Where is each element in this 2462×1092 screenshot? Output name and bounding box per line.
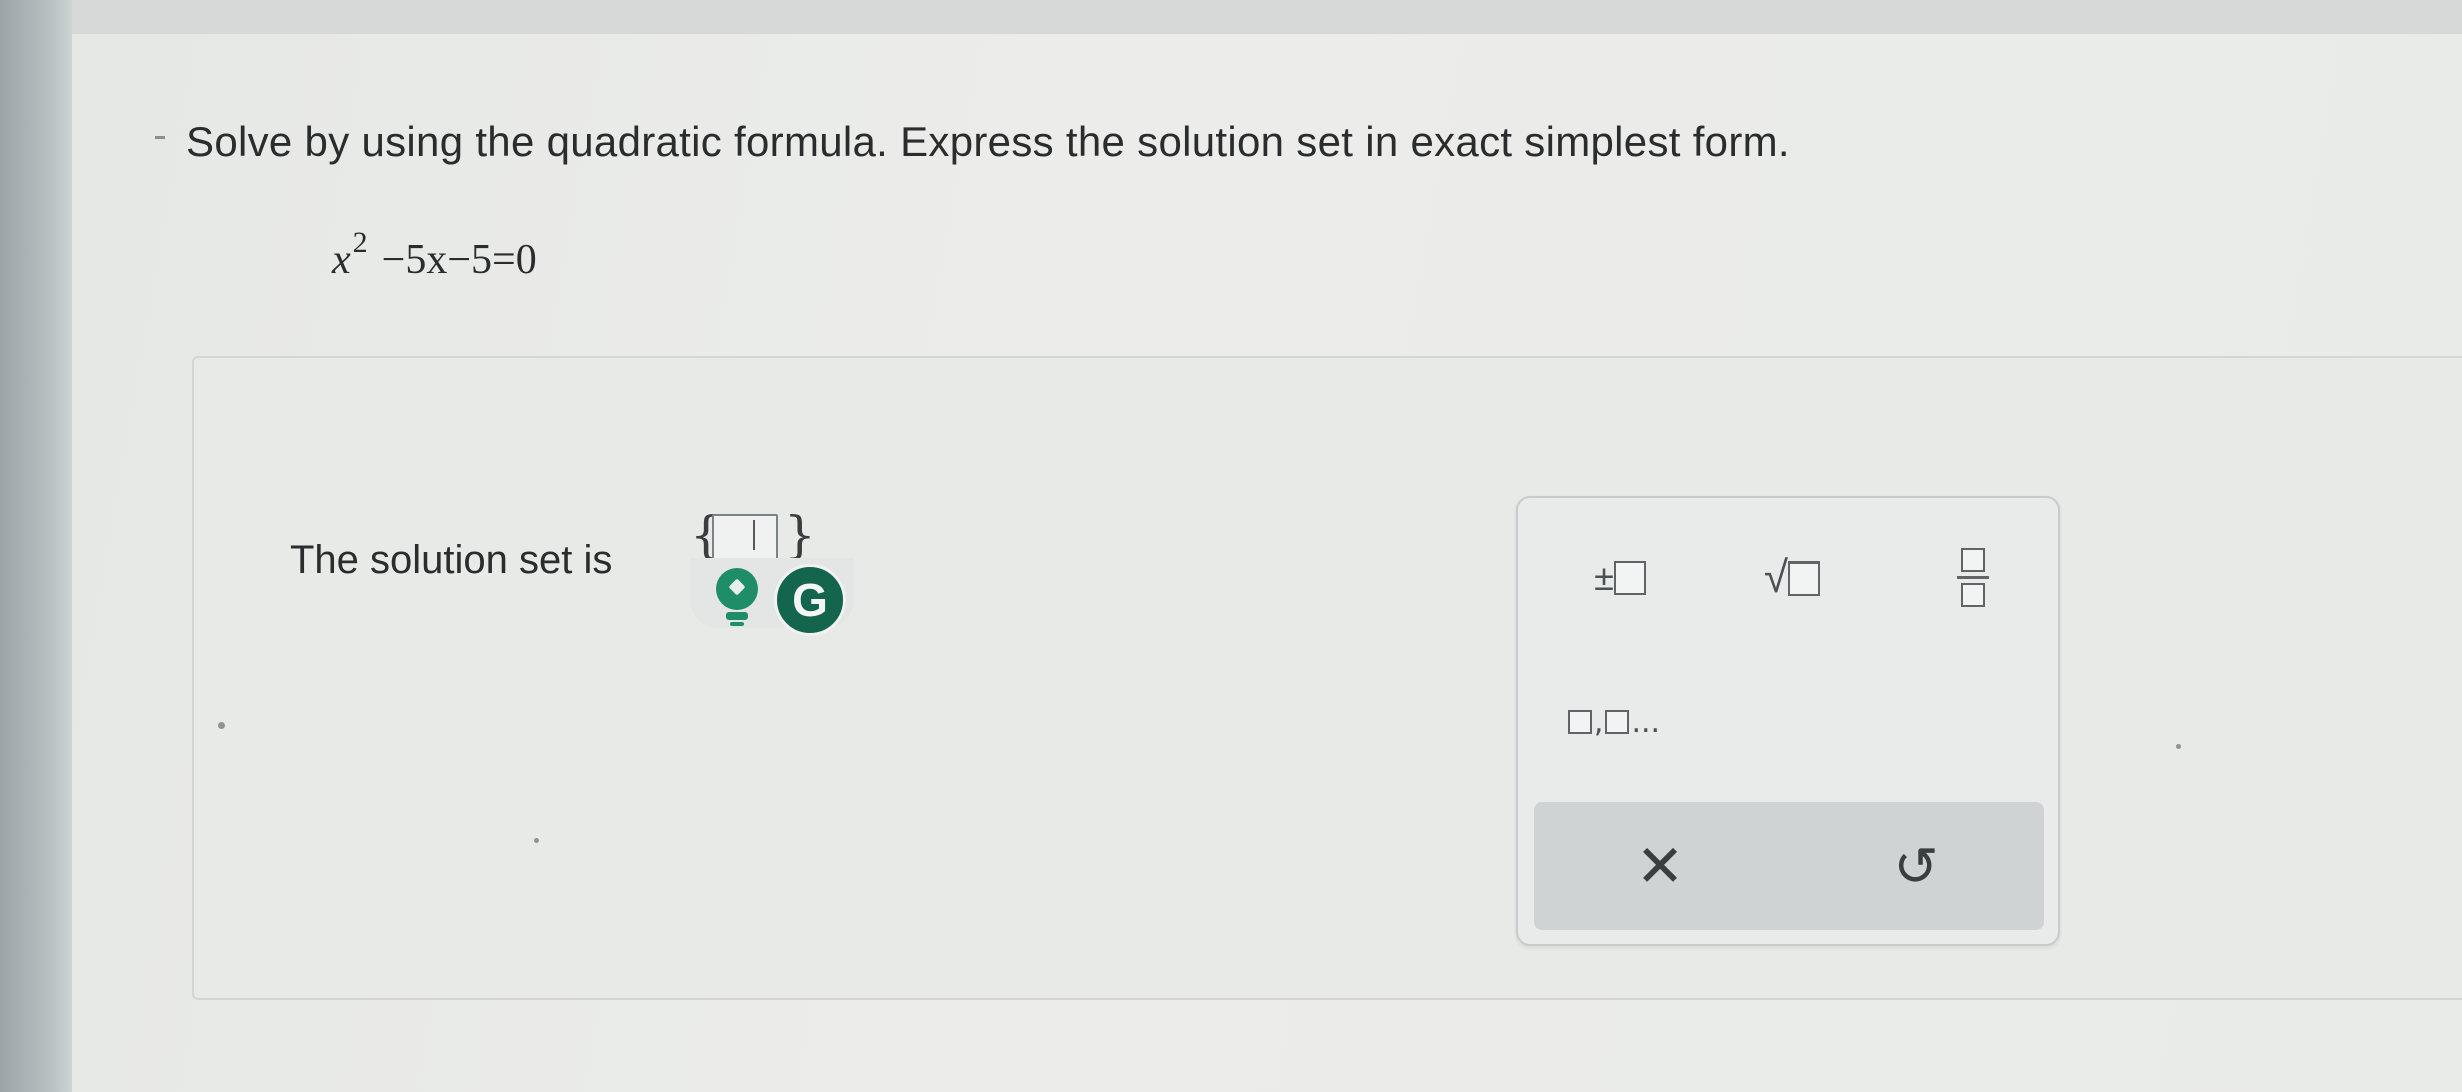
fraction-button[interactable] xyxy=(1938,532,2008,622)
plus-minus-symbol: ± xyxy=(1594,557,1614,598)
lightbulb-base-bottom xyxy=(730,622,744,626)
speck xyxy=(534,838,539,843)
clear-button[interactable]: ✕ xyxy=(1618,832,1702,900)
square-root-button[interactable]: √ xyxy=(1744,548,1840,608)
denominator-box-icon xyxy=(1961,582,1985,607)
square-root-symbol: √ xyxy=(1763,553,1789,602)
fraction-bar xyxy=(1957,575,1989,579)
text-cursor xyxy=(753,520,755,550)
question-prompt: Solve by using the quadratic formula. Ex… xyxy=(186,118,1790,165)
equation-rest: −5x−5=0 xyxy=(381,237,537,283)
brace-right: } xyxy=(784,506,816,564)
placeholder-box-icon xyxy=(1788,560,1821,596)
speck xyxy=(218,722,225,729)
undo-button[interactable]: ↺ xyxy=(1874,832,1958,900)
equation: x2 −5x−5=0 xyxy=(332,226,537,284)
undo-icon: ↺ xyxy=(1893,836,1939,897)
numerator-box-icon xyxy=(1961,547,1985,572)
equation-variable: x xyxy=(332,237,351,283)
equation-exponent: 2 xyxy=(352,226,368,259)
question-bullet xyxy=(155,136,165,139)
grammarly-icon[interactable]: G xyxy=(774,564,846,636)
keypad-action-bar xyxy=(1534,802,2044,930)
solution-set-label: The solution set is xyxy=(290,538,613,582)
list-box-icon xyxy=(1567,710,1592,734)
lightbulb-icon[interactable] xyxy=(716,568,758,610)
clear-icon: ✕ xyxy=(1635,834,1685,899)
lightbulb-base xyxy=(726,612,748,620)
answer-panel xyxy=(192,356,2462,1000)
placeholder-box-icon xyxy=(1613,561,1646,595)
solution-input[interactable] xyxy=(712,514,778,562)
speck xyxy=(2176,744,2181,749)
screen-bezel xyxy=(0,0,72,1092)
list-ellipsis: ... xyxy=(1631,704,1661,740)
list-button[interactable]: ,... xyxy=(1550,692,1680,752)
list-separator: , xyxy=(1593,704,1604,740)
plus-minus-button[interactable]: ± xyxy=(1572,548,1668,608)
list-box-icon xyxy=(1605,710,1630,734)
